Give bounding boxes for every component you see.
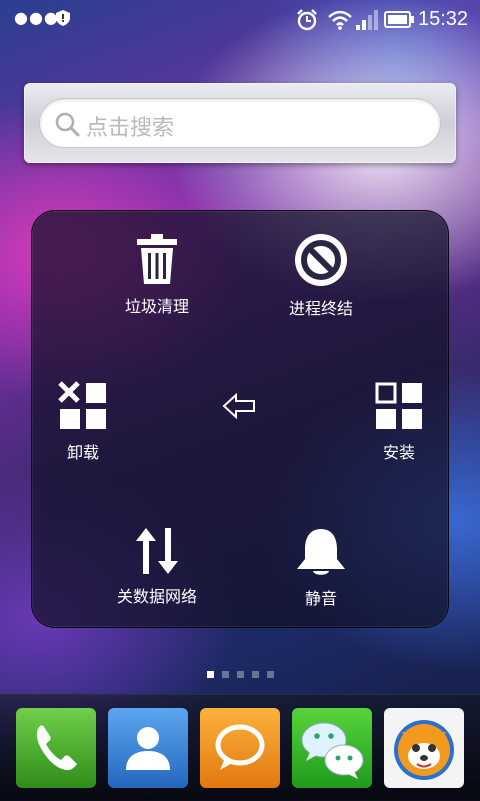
kill-process-button[interactable]: 进程终结 — [256, 233, 386, 319]
phone-app[interactable] — [16, 708, 96, 788]
messaging-app[interactable] — [200, 708, 280, 788]
contacts-icon — [108, 708, 188, 788]
quick-action-panel: 垃圾清理 进程终结 卸载 安装 关数据网络 静音 — [31, 210, 449, 628]
phone-icon — [16, 708, 96, 788]
uninstall-icon — [58, 381, 106, 429]
search-placeholder: 点击搜索 — [86, 116, 175, 141]
search-widget: 点击搜索 — [24, 83, 456, 163]
page-dot-5[interactable] — [266, 671, 274, 678]
trash-icon — [137, 234, 177, 284]
install-button[interactable]: 安装 — [334, 381, 464, 463]
battery-icon — [384, 11, 414, 28]
wechat-icon — [292, 708, 372, 788]
status-bar: ●●● 15:32 — [0, 0, 480, 40]
toggle-mobile-data-button[interactable]: 关数据网络 — [92, 527, 222, 607]
mute-label: 静音 — [304, 589, 337, 608]
wifi-icon — [328, 10, 352, 30]
shield-icon — [56, 10, 70, 26]
search-input[interactable]: 点击搜索 — [39, 98, 441, 148]
alarm-icon — [297, 9, 317, 31]
uc-browser-icon — [384, 708, 464, 788]
search-icon — [55, 112, 80, 137]
clock-time: 15:32 — [418, 8, 469, 30]
uninstall-button[interactable]: 卸载 — [18, 381, 148, 463]
app-dock — [0, 694, 480, 801]
kill-process-label: 进程终结 — [288, 299, 353, 318]
clean-junk-button[interactable]: 垃圾清理 — [92, 233, 222, 317]
page-dot-3[interactable] — [236, 671, 244, 678]
data-toggle-icon — [136, 528, 178, 574]
uninstall-label: 卸载 — [66, 443, 99, 462]
bell-icon — [297, 529, 345, 575]
overflow-dots-icon[interactable]: ●●● — [14, 8, 59, 27]
page-dot-1[interactable] — [206, 671, 214, 678]
stop-process-icon — [295, 234, 347, 286]
toggle-mobile-data-label: 关数据网络 — [116, 587, 197, 606]
mute-button[interactable]: 静音 — [256, 527, 386, 609]
install-icon — [375, 382, 422, 429]
signal-icon — [356, 10, 378, 30]
contacts-app[interactable] — [108, 708, 188, 788]
message-icon — [200, 708, 280, 788]
page-dot-4[interactable] — [251, 671, 259, 678]
page-dot-2[interactable] — [221, 671, 229, 678]
wechat-app[interactable] — [292, 708, 372, 788]
page-indicator — [0, 671, 480, 678]
clean-junk-label: 垃圾清理 — [124, 297, 189, 316]
uc-browser-app[interactable] — [384, 708, 464, 788]
back-arrow-icon[interactable] — [222, 393, 256, 419]
install-label: 安装 — [382, 443, 415, 462]
